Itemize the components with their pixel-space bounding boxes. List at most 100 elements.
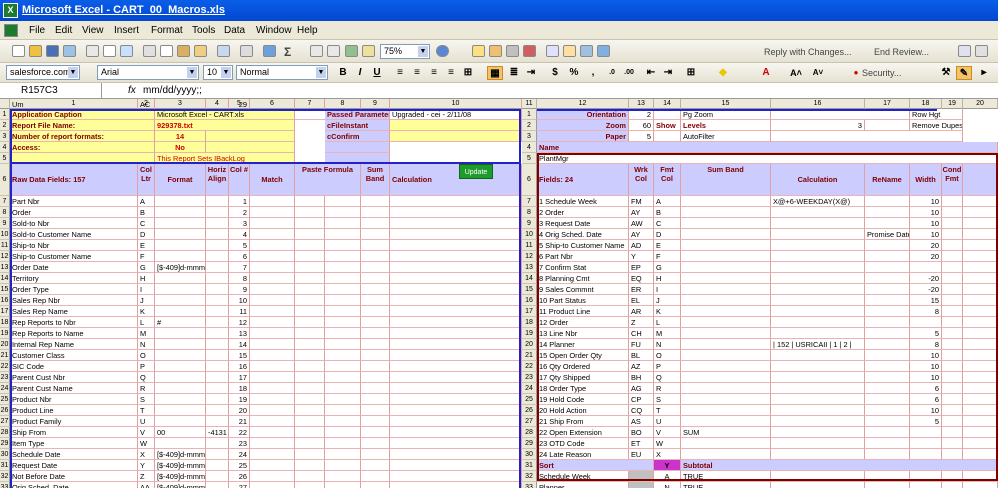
name-box[interactable]: R157C3 (0, 83, 102, 98)
cell[interactable] (390, 449, 522, 460)
field-sum-band[interactable] (681, 317, 771, 328)
raw-field-ltr[interactable]: F (138, 251, 155, 262)
cell[interactable] (865, 471, 910, 482)
column-header-11[interactable]: 11 (522, 99, 537, 109)
calculation-header[interactable]: Calculation (390, 164, 522, 196)
row-header-27[interactable]: 27 (522, 416, 537, 427)
field-wrk-col[interactable]: AW (629, 218, 654, 229)
calculation-right-header[interactable]: Calculation (771, 164, 865, 196)
column-header-18[interactable]: 18 (910, 99, 942, 109)
raw-field-ltr[interactable]: E (138, 240, 155, 251)
field-name[interactable]: 7 Confirm Stat (537, 262, 629, 273)
cell[interactable] (361, 218, 390, 229)
review-icon[interactable] (580, 45, 593, 57)
hyperlink-icon[interactable] (263, 45, 276, 57)
cell[interactable] (942, 471, 963, 482)
field-sum-band[interactable] (681, 284, 771, 295)
align-left-icon[interactable]: ≡ (392, 66, 408, 80)
field-fmt-col[interactable]: W (654, 438, 681, 449)
cell[interactable] (942, 350, 963, 361)
report-file-label[interactable]: Report File Name: (10, 120, 155, 131)
cell[interactable] (865, 120, 910, 131)
field-name[interactable]: 15 Open Order Qty (537, 350, 629, 361)
field-sum-band[interactable] (681, 196, 771, 207)
redo-icon[interactable] (240, 45, 253, 57)
distributed-icon[interactable]: ≣ (506, 66, 522, 80)
field-width[interactable] (910, 449, 942, 460)
field-calculation[interactable] (771, 218, 865, 229)
field-wrk-col[interactable]: CQ (629, 405, 654, 416)
cell[interactable] (295, 394, 325, 405)
raw-field-align[interactable] (206, 99, 229, 110)
width-header[interactable]: Width (910, 164, 942, 196)
currency-icon[interactable]: $ (547, 66, 563, 80)
grow-font-icon[interactable]: A˄ (788, 66, 804, 80)
raw-field-col[interactable]: 3 (229, 218, 250, 229)
column-header-15[interactable]: 15 (681, 99, 771, 109)
cell[interactable] (325, 142, 390, 153)
row-header-10[interactable]: 10 (522, 229, 537, 240)
field-sum-band[interactable] (681, 361, 771, 372)
column-header-13[interactable]: 13 (629, 99, 654, 109)
field-sum-band[interactable] (681, 372, 771, 383)
field-calculation[interactable] (771, 449, 865, 460)
field-fmt-col[interactable]: G (654, 262, 681, 273)
cell[interactable] (295, 229, 325, 240)
print-preview-icon[interactable] (103, 45, 116, 57)
raw-field-format[interactable]: [$-409]d-mmm-yy;@ (155, 449, 206, 460)
cell[interactable] (295, 262, 325, 273)
field-calculation[interactable] (771, 262, 865, 273)
field-sum-band[interactable] (681, 262, 771, 273)
raw-field-col[interactable]: 15 (229, 350, 250, 361)
field-rename[interactable] (865, 339, 910, 350)
raw-field-format[interactable] (155, 339, 206, 350)
field-calculation[interactable] (771, 427, 865, 438)
cell[interactable] (325, 153, 390, 164)
cell[interactable] (942, 449, 963, 460)
raw-field-align[interactable] (206, 471, 229, 482)
cell[interactable] (654, 109, 681, 120)
cell[interactable] (390, 471, 522, 482)
cell[interactable] (361, 339, 390, 350)
paper-label[interactable]: Paper (537, 131, 629, 142)
raw-field-col[interactable]: 11 (229, 306, 250, 317)
raw-field-ltr[interactable]: Z (138, 471, 155, 482)
row-header-13[interactable]: 13 (0, 262, 10, 273)
row-header-6[interactable]: 6 (522, 164, 537, 196)
merge-center-icon[interactable]: ⊞ (460, 66, 476, 80)
cell[interactable] (942, 372, 963, 383)
cell[interactable] (963, 317, 998, 328)
raw-field-ltr[interactable]: M (138, 328, 155, 339)
raw-field-ltr[interactable]: L (138, 317, 155, 328)
raw-field-format[interactable] (155, 99, 206, 110)
cell[interactable] (325, 438, 361, 449)
row-header-29[interactable]: 29 (0, 438, 10, 449)
cell[interactable] (295, 207, 325, 218)
col-ltr-header[interactable]: Col Ltr (138, 164, 155, 196)
cell[interactable] (942, 328, 963, 339)
raw-field-align[interactable] (206, 460, 229, 471)
rename-header[interactable]: ReName (865, 164, 910, 196)
raw-field-ltr[interactable]: W (138, 438, 155, 449)
field-calculation[interactable] (771, 317, 865, 328)
cell[interactable] (250, 284, 295, 295)
autofilter-label[interactable]: AutoFilter (681, 131, 771, 142)
cell[interactable] (361, 317, 390, 328)
raw-field-format[interactable]: [$-409]d-mmm-yy;@ (155, 482, 206, 488)
field-fmt-col[interactable]: C (654, 218, 681, 229)
paper-value[interactable]: 5 (629, 131, 654, 142)
cell[interactable] (295, 251, 325, 262)
row-header-3[interactable]: 3 (0, 131, 10, 142)
cell[interactable] (361, 471, 390, 482)
row-header-30[interactable]: 30 (0, 449, 10, 460)
cell[interactable] (250, 339, 295, 350)
row-header-11[interactable]: 11 (522, 240, 537, 251)
cell[interactable] (771, 471, 865, 482)
visual-basic-icon[interactable] (958, 45, 971, 57)
raw-field-col[interactable]: 25 (229, 460, 250, 471)
cell[interactable] (250, 218, 295, 229)
cell[interactable] (390, 405, 522, 416)
raw-field-name[interactable]: Order Date (10, 262, 138, 273)
raw-field-name[interactable]: Item Type (10, 438, 138, 449)
field-name[interactable]: 12 Order (537, 317, 629, 328)
